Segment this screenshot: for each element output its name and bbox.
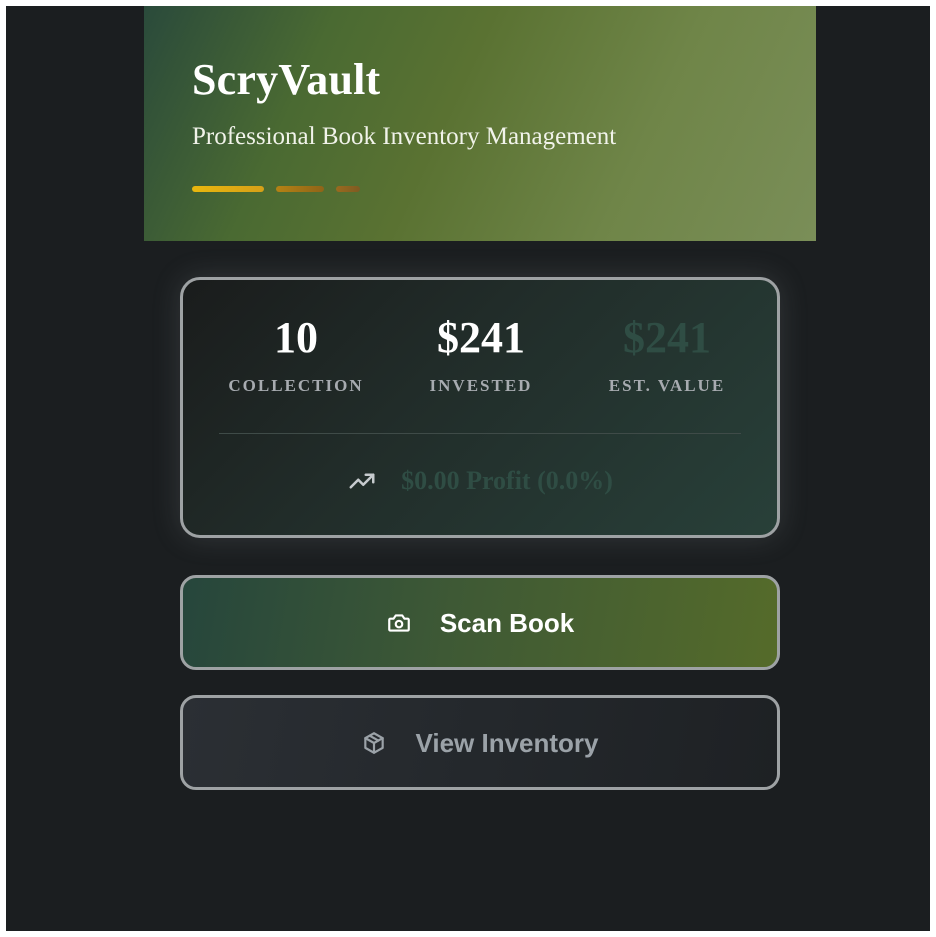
- stat-collection-value: 10: [274, 313, 318, 362]
- app-title: ScryVault: [192, 55, 381, 104]
- trending-up-icon: [347, 466, 377, 496]
- accent-bar: [336, 186, 360, 192]
- header-banner: ScryVault Professional Book Inventory Ma…: [144, 6, 816, 241]
- scan-book-button[interactable]: Scan Book: [180, 575, 780, 670]
- stat-invested-value: $241: [437, 313, 525, 362]
- accent-bar: [276, 186, 324, 192]
- profit-text: $0.00 Profit (0.0%): [401, 466, 613, 495]
- package-icon: [361, 730, 387, 756]
- scan-book-label: Scan Book: [439, 607, 575, 638]
- stats-card: 10 COLLECTION $241 INVESTED $241 EST. VA…: [180, 277, 780, 538]
- view-inventory-label: View Inventory: [415, 727, 599, 758]
- stat-est-value-value: $241: [623, 313, 711, 362]
- stat-collection: 10 COLLECTION: [196, 316, 396, 396]
- stat-collection-label: COLLECTION: [228, 376, 364, 395]
- stat-est-value: $241 EST. VALUE: [567, 316, 767, 396]
- stat-est-value-label: EST. VALUE: [608, 376, 726, 395]
- camera-icon: [386, 610, 412, 636]
- stat-invested-label: INVESTED: [429, 376, 533, 395]
- accent-bar: [192, 186, 264, 192]
- stats-divider: [219, 433, 741, 434]
- app-screen: ScryVault Professional Book Inventory Ma…: [6, 6, 930, 931]
- stat-invested: $241 INVESTED: [381, 316, 581, 396]
- view-inventory-button[interactable]: View Inventory: [180, 695, 780, 790]
- app-subtitle: Professional Book Inventory Management: [192, 123, 617, 150]
- profit-summary: $0.00 Profit (0.0%): [183, 466, 777, 496]
